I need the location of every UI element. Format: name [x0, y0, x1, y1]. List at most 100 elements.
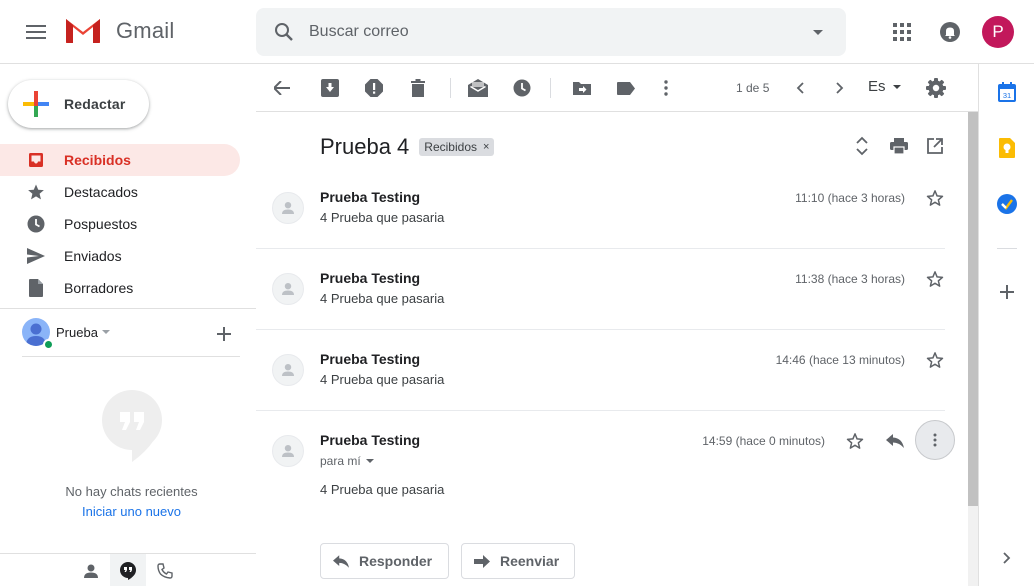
collapsed-message[interactable]: Prueba Testing 4 Prueba que pasaria 11:3…	[256, 257, 946, 329]
delete-trash-icon[interactable]	[402, 72, 434, 104]
apps-grid-icon[interactable]	[882, 12, 922, 52]
draft-icon	[26, 278, 46, 298]
calendar-icon[interactable]: 31	[995, 80, 1019, 104]
compose-label: Redactar	[64, 96, 126, 112]
toolbar-separator	[550, 78, 551, 98]
sidebar-item-sent[interactable]: Enviados	[0, 240, 240, 272]
inbox-icon	[26, 150, 46, 170]
next-chevron-icon[interactable]	[824, 72, 856, 104]
gmail-m-icon	[66, 19, 100, 43]
back-arrow-icon[interactable]	[266, 72, 298, 104]
hangouts-chat-icon[interactable]	[110, 554, 146, 586]
sender-avatar-icon	[272, 273, 304, 305]
tasks-check-icon[interactable]	[995, 192, 1019, 216]
move-to-folder-icon[interactable]	[566, 72, 598, 104]
input-language-select[interactable]: Es	[868, 78, 901, 95]
notifications-bell-icon[interactable]	[930, 12, 970, 52]
remove-label-close-icon[interactable]: ×	[483, 141, 489, 153]
star-outline-icon[interactable]	[843, 429, 867, 453]
recipients-toggle[interactable]: para mí	[320, 454, 374, 468]
sidebar-item-drafts[interactable]: Borradores	[0, 272, 240, 304]
snooze-clock-icon[interactable]	[506, 72, 538, 104]
reply-arrow-icon[interactable]	[883, 429, 907, 453]
caret-down-icon	[101, 330, 110, 334]
message-time: 14:59 (hace 0 minutos)	[702, 434, 825, 448]
sidebar-item-snoozed[interactable]: Pospuestos	[0, 208, 240, 240]
report-spam-icon[interactable]	[358, 72, 390, 104]
phone-icon[interactable]	[147, 554, 183, 586]
expand-collapse-icon[interactable]	[850, 134, 874, 158]
mark-unread-icon[interactable]	[462, 72, 494, 104]
star-outline-icon[interactable]	[923, 348, 947, 372]
open-new-window-icon[interactable]	[923, 134, 947, 158]
gmail-logo[interactable]: Gmail	[64, 16, 174, 45]
sidebar-item-starred[interactable]: Destacados	[0, 176, 240, 208]
message-sender: Prueba Testing	[320, 189, 421, 205]
sidebar-item-inbox[interactable]: Recibidos	[0, 144, 240, 176]
settings-gear-icon[interactable]	[920, 72, 952, 104]
thread-subject: Prueba 4	[320, 134, 410, 159]
collapsed-message[interactable]: Prueba Testing 4 Prueba que pasaria 11:1…	[256, 176, 946, 248]
clock-icon	[26, 214, 46, 234]
reply-icon	[333, 554, 349, 568]
svg-text:31: 31	[1003, 91, 1011, 100]
side-panel-divider	[997, 248, 1017, 249]
sidebar-divider	[0, 308, 256, 309]
message-body: 4 Prueba que pasaria	[320, 482, 445, 497]
hangouts-divider	[22, 356, 240, 357]
message-more-options-icon[interactable]	[915, 420, 955, 460]
compose-button[interactable]: Redactar	[8, 80, 149, 128]
reply-label: Responder	[359, 553, 433, 569]
search-bar[interactable]	[256, 8, 846, 56]
search-icon[interactable]	[260, 8, 308, 56]
search-options-icon[interactable]	[794, 8, 842, 56]
more-options-icon[interactable]	[650, 72, 682, 104]
star-outline-icon[interactable]	[923, 186, 947, 210]
hamburger-icon	[26, 25, 46, 39]
start-chat-link[interactable]: Iniciar uno nuevo	[0, 504, 263, 519]
no-chats-text: No hay chats recientes	[65, 484, 198, 499]
sender-avatar-icon	[272, 435, 304, 467]
message-view: 1 de 5 Es Prueba 4 Recibidos × Prueba Te…	[256, 64, 978, 586]
print-icon[interactable]	[887, 134, 911, 158]
scrollbar[interactable]	[968, 112, 978, 586]
main-menu-button[interactable]	[16, 12, 56, 52]
caret-down-icon	[892, 84, 901, 89]
hangouts-user[interactable]: Prueba	[22, 318, 110, 350]
message-time: 14:46 (hace 13 minutos)	[775, 353, 905, 367]
expand-panel-chevron-icon[interactable]	[995, 546, 1019, 570]
scrollbar-thumb[interactable]	[968, 112, 978, 506]
sidebar-item-label: Borradores	[64, 280, 134, 296]
forward-label: Reenviar	[500, 553, 560, 569]
top-bar: Gmail P	[0, 0, 1034, 64]
thread-header: Prueba 4 Recibidos ×	[320, 134, 495, 160]
message-time: 11:38 (hace 3 horas)	[795, 272, 905, 286]
account-avatar[interactable]: P	[982, 16, 1014, 48]
keep-bulb-icon[interactable]	[995, 136, 1019, 160]
thread-label-chip[interactable]: Recibidos ×	[419, 138, 495, 156]
message-divider	[256, 248, 945, 249]
left-sidebar: Redactar Recibidos Destacados Pospuestos…	[0, 64, 256, 586]
message-toolbar: 1 de 5 Es	[256, 64, 978, 112]
star-outline-icon[interactable]	[923, 267, 947, 291]
get-addons-plus-icon[interactable]	[995, 280, 1019, 304]
previous-chevron-icon[interactable]	[784, 72, 816, 104]
label-tag-icon[interactable]	[610, 72, 642, 104]
app-name: Gmail	[116, 17, 175, 43]
forward-button[interactable]: Reenviar	[461, 543, 575, 579]
message-sender: Prueba Testing	[320, 432, 421, 448]
new-chat-plus-icon[interactable]	[212, 322, 236, 346]
folder-nav: Recibidos Destacados Pospuestos Enviados…	[0, 144, 240, 304]
message-sender: Prueba Testing	[320, 351, 421, 367]
sidebar-item-label: Destacados	[64, 184, 138, 200]
reply-button[interactable]: Responder	[320, 543, 449, 579]
sidebar-item-label: Enviados	[64, 248, 122, 264]
hangouts-quote-icon	[102, 390, 162, 462]
archive-icon[interactable]	[314, 72, 346, 104]
message-divider	[256, 410, 945, 411]
contacts-person-icon[interactable]	[73, 554, 109, 586]
hangouts-user-name: Prueba	[56, 324, 98, 340]
collapsed-message[interactable]: Prueba Testing 4 Prueba que pasaria 14:4…	[256, 338, 946, 410]
online-status-icon	[43, 339, 54, 350]
search-input[interactable]	[308, 23, 794, 41]
